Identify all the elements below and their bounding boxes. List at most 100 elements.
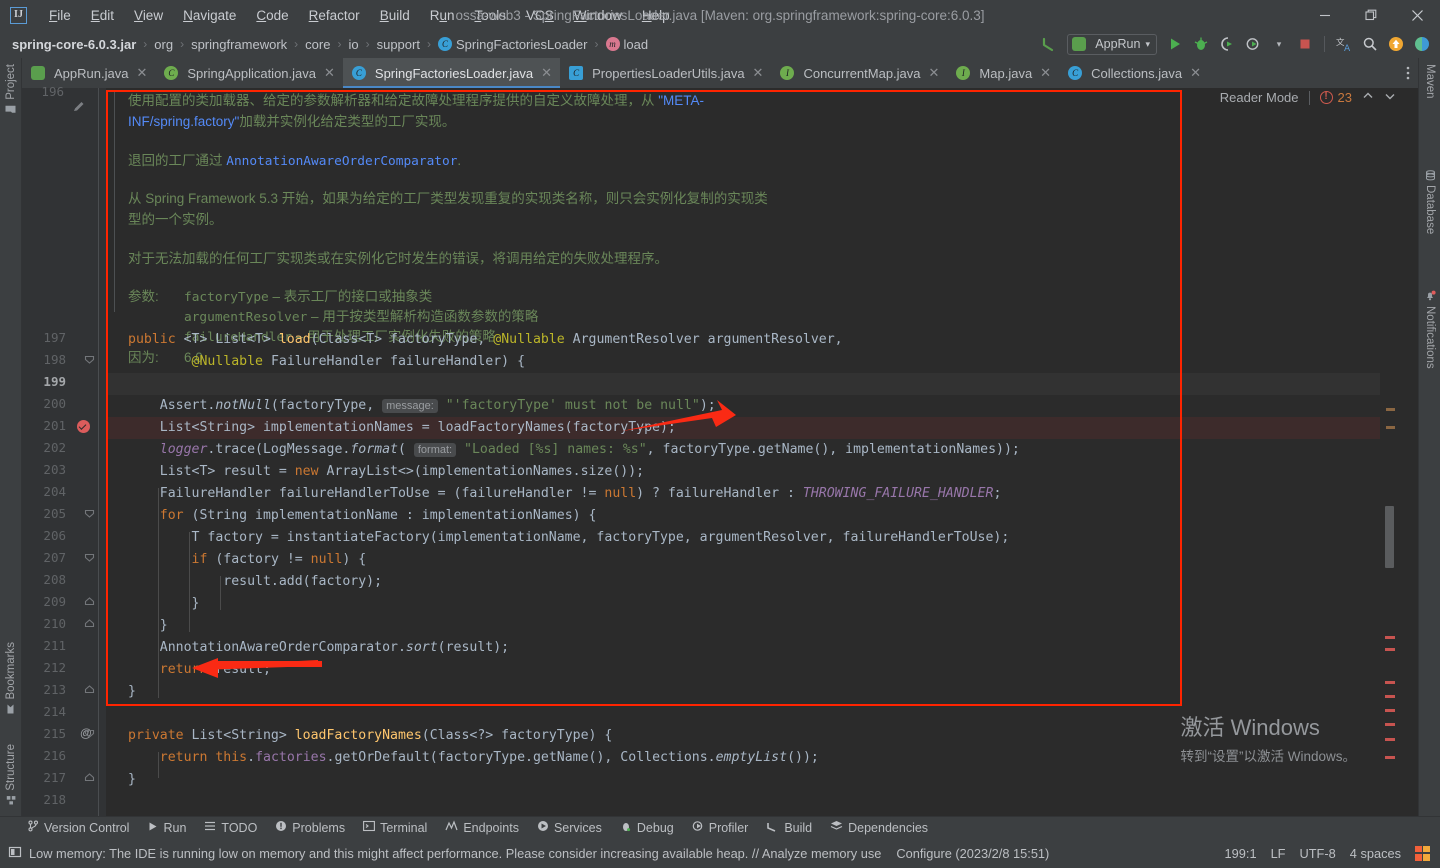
stripe-marker[interactable] — [1386, 426, 1395, 429]
bottom-item-endpoints[interactable]: Endpoints — [436, 820, 528, 835]
close-icon[interactable]: ✕ — [136, 65, 147, 81]
profile-icon[interactable] — [1241, 33, 1265, 55]
stripe-marker[interactable] — [1385, 723, 1395, 726]
menu-code[interactable]: Code — [246, 5, 298, 26]
bottom-item-debug[interactable]: Debug — [611, 820, 683, 835]
run-with-coverage-icon[interactable] — [1215, 33, 1239, 55]
breadcrumb-item-support[interactable]: support — [375, 37, 422, 52]
sidebar-item-structure[interactable]: Structure — [0, 740, 22, 810]
configure-link[interactable]: Configure (2023/2/8 15:51) — [896, 846, 1049, 861]
fold-expand-icon[interactable] — [83, 771, 96, 784]
menu-edit[interactable]: Edit — [81, 5, 124, 26]
stripe-marker[interactable] — [1385, 709, 1395, 712]
bottom-item-dependencies[interactable]: Dependencies — [821, 820, 937, 835]
stripe-marker[interactable] — [1385, 681, 1395, 684]
bottom-item-profiler[interactable]: Profiler — [683, 820, 758, 835]
bottom-item-services[interactable]: Services — [528, 820, 611, 835]
next-problem-icon[interactable] — [1384, 90, 1396, 105]
breadcrumb-item-jar[interactable]: spring-core-6.0.3.jar — [10, 37, 138, 52]
translate-icon[interactable]: 文A — [1332, 33, 1356, 55]
menu-file[interactable]: File — [39, 5, 81, 26]
debug-icon[interactable] — [1189, 33, 1213, 55]
javadoc-p2-link[interactable]: AnnotationAwareOrderComparator — [226, 154, 457, 169]
menu-tools[interactable]: Tools — [465, 5, 517, 26]
run-configuration-selector[interactable]: AppRun ▾ — [1067, 33, 1157, 55]
caret-position[interactable]: 199:1 — [1225, 846, 1257, 861]
menu-refactor[interactable]: Refactor — [299, 5, 370, 26]
breadcrumb-item-class[interactable]: C SpringFactoriesLoader — [436, 37, 590, 52]
ai-assistant-icon[interactable] — [1410, 33, 1434, 55]
stripe-marker[interactable] — [1385, 636, 1395, 639]
tab-concurrentmap[interactable]: I ConcurrentMap.java ✕ — [771, 58, 947, 88]
fold-collapse-icon[interactable] — [83, 551, 96, 564]
stripe-marker[interactable] — [1386, 408, 1395, 411]
editor[interactable]: 196 197 198 199 200 201 202 203 204 205 … — [22, 84, 1418, 868]
sidebar-item-database[interactable]: Database — [1419, 166, 1440, 238]
fold-expand-icon[interactable] — [83, 617, 96, 630]
breadcrumb-item-org[interactable]: org — [152, 37, 175, 52]
stripe-marker[interactable] — [1385, 695, 1395, 698]
bottom-item-run[interactable]: Run — [138, 821, 195, 835]
menu-help[interactable]: Help — [632, 5, 680, 26]
editor-scrollbar-thumb[interactable] — [1385, 506, 1394, 568]
memory-indicator-icon[interactable] — [8, 845, 22, 862]
menu-window[interactable]: Window — [564, 5, 632, 26]
bottom-item-problems[interactable]: Problems — [266, 820, 354, 835]
tab-springfactoriesloader[interactable]: C SpringFactoriesLoader.java ✕ — [342, 58, 561, 88]
code-view[interactable]: 使用配置的类加载器、给定的参数解析器和给定故障处理程序提供的自定义故障处理，从 … — [106, 88, 1418, 820]
breakpoint-marker[interactable] — [77, 420, 90, 433]
close-icon[interactable]: ✕ — [541, 65, 552, 81]
menu-view[interactable]: View — [124, 5, 173, 26]
stripe-marker[interactable] — [1385, 756, 1395, 759]
edit-pencil-icon[interactable] — [72, 100, 86, 119]
sidebar-item-project[interactable]: Project — [0, 60, 22, 119]
menu-build[interactable]: Build — [370, 5, 420, 26]
line-separator[interactable]: LF — [1271, 846, 1286, 861]
bottom-item-build[interactable]: Build — [757, 820, 821, 835]
fold-expand-icon[interactable] — [83, 683, 96, 696]
close-icon[interactable]: ✕ — [1190, 65, 1201, 81]
breadcrumb-item-core[interactable]: core — [303, 37, 332, 52]
bottom-item-todo[interactable]: TODO — [195, 820, 266, 835]
breadcrumb-item-io[interactable]: io — [346, 37, 360, 52]
sidebar-item-notifications[interactable]: Notifications — [1419, 286, 1440, 373]
file-encoding[interactable]: UTF-8 — [1300, 846, 1336, 861]
close-icon[interactable]: ✕ — [1040, 65, 1051, 81]
chevron-down-icon[interactable]: ▾ — [1267, 33, 1291, 55]
back-arrow-icon[interactable] — [1037, 33, 1061, 55]
breadcrumb-item-method[interactable]: m load — [604, 37, 651, 52]
bottom-item-terminal[interactable]: Terminal — [354, 820, 436, 835]
fold-collapse-icon[interactable] — [83, 353, 96, 366]
editor-error-stripe[interactable] — [1382, 176, 1396, 868]
tab-propertiesloaderutils[interactable]: C PropertiesLoaderUtils.java ✕ — [560, 58, 771, 88]
restore-icon[interactable] — [1348, 0, 1394, 30]
menu-vcs[interactable]: VCS — [516, 5, 564, 26]
stripe-marker[interactable] — [1385, 738, 1395, 741]
breadcrumb-item-springframework[interactable]: springframework — [189, 37, 289, 52]
close-icon[interactable]: ✕ — [929, 65, 940, 81]
tab-springapplication[interactable]: C SpringApplication.java ✕ — [155, 58, 343, 88]
menu-navigate[interactable]: Navigate — [173, 5, 246, 26]
stop-icon[interactable] — [1293, 33, 1317, 55]
fold-collapse-icon[interactable] — [83, 727, 96, 740]
close-icon[interactable]: ✕ — [753, 65, 764, 81]
inspection-warning-count[interactable]: ! 23 — [1319, 90, 1352, 105]
editor-gutter[interactable]: 196 197 198 199 200 201 202 203 204 205 … — [22, 84, 106, 820]
close-icon[interactable]: ✕ — [324, 65, 335, 81]
tab-list-menu-icon[interactable] — [1398, 58, 1418, 88]
run-icon[interactable] — [1163, 33, 1187, 55]
minimize-icon[interactable] — [1302, 0, 1348, 30]
sidebar-item-bookmarks[interactable]: Bookmarks — [0, 638, 22, 719]
previous-problem-icon[interactable] — [1362, 90, 1374, 105]
bottom-item-version-control[interactable]: Version Control — [18, 820, 138, 835]
sidebar-item-maven[interactable]: Maven — [1419, 60, 1440, 103]
tab-collections[interactable]: C Collections.java ✕ — [1059, 58, 1209, 88]
search-icon[interactable] — [1358, 33, 1382, 55]
updates-icon[interactable] — [1384, 33, 1408, 55]
fold-expand-icon[interactable] — [83, 595, 96, 608]
reader-mode-label[interactable]: Reader Mode — [1220, 90, 1299, 105]
indent-setting[interactable]: 4 spaces — [1350, 846, 1401, 861]
close-icon[interactable] — [1394, 0, 1440, 30]
stripe-marker[interactable] — [1385, 648, 1395, 651]
fold-collapse-icon[interactable] — [83, 507, 96, 520]
